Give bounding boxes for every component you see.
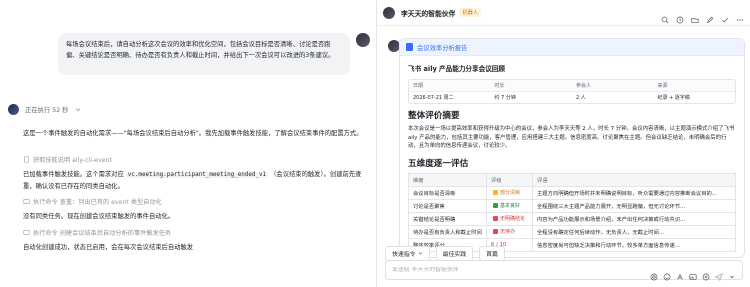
dimension-cell: 关键结论是否明确	[408, 211, 487, 226]
grade-badge: 无明确结论	[491, 215, 527, 222]
reply-paragraph-4: 自动化创建成功，状态已启用，会在每次会议结束后自动触发	[23, 244, 194, 251]
column-header: 评级	[486, 172, 533, 187]
first-doc-button[interactable]: 首篇	[479, 246, 505, 261]
quick-command-button[interactable]: 快速指令	[385, 246, 430, 261]
step-create-task[interactable]: 执行命令 创建会议结束后自动分析的事件触发任务	[23, 228, 171, 237]
meta-value-date: 2026-07-21 周二	[413, 95, 454, 101]
grade-cell: 基本良好	[486, 198, 533, 213]
dimension-cell: 讨论是否聚焦	[408, 198, 487, 213]
input-actions	[650, 266, 736, 282]
bot-avatar	[8, 104, 19, 115]
meta-value-attendees: 2 人	[576, 95, 586, 101]
meta-value-source: 纪录 + 逐字稿	[657, 95, 690, 101]
cross-icon	[493, 215, 498, 221]
evaluation-table: 维度 评级 评语 会议目标是否清晰 部分清晰 主题方向明确但开场时并未明确说明目…	[408, 172, 736, 252]
meeting-meta-table: 日期 时长 参会人 来源 2026-07-21 周二 约 7 分钟 2 人 纪录…	[408, 79, 736, 104]
section-title-evaluation: 五维度逐一评估	[408, 158, 469, 169]
execution-status: 正在执行 52 秒	[8, 104, 81, 115]
meta-label-attendees: 参会人	[572, 80, 654, 92]
message-input-bar	[385, 260, 743, 282]
terminal-icon	[23, 230, 30, 235]
topbar-actions	[661, 9, 744, 23]
bot-badge: 机器人	[459, 8, 481, 17]
step-dedup-check[interactable]: 执行命令 查重：列出已有的 event 类型自动化	[23, 197, 162, 206]
comment-cell: 全程没有确定任何后续动作，无负责人，无截止时间...	[532, 224, 736, 239]
summary-text: 本次会议是一场以提高效率和获得升级为中心的会议，参会人为李天天等 2 人，时长 …	[408, 126, 735, 149]
cross-icon	[493, 228, 498, 234]
report-card-title: 会议效率分析报告	[417, 44, 468, 52]
comment-cell: 信息密度尚可但缺乏决策和行动环节，较多单方面信息传递...	[532, 237, 736, 252]
reply-paragraph-2: 已加载事件触发技能。这个需求对应 vc.meeting.participant_…	[23, 171, 362, 190]
comment-cell: 主题方向明确但开场时并未明确说明目标，听众需要通过内容推断会议目的...	[532, 185, 736, 200]
table-row: 待办是否有负责人和截止时间 无待办 全程没有确定任何后续动作，无负责人，无截止时…	[408, 224, 736, 239]
report-card-header[interactable]: 会议效率分析报告	[400, 39, 744, 56]
comment-cell: 全程围绕三大主题产品能力展开，无明显跑偏，但无讨论环节...	[532, 198, 736, 213]
report-card-body: 飞书 aily 产品能力分享会议回顾 日期 时长 参会人 来源 2026-07-…	[400, 56, 744, 257]
chat-title: 李天天的智能伙伴	[401, 9, 456, 18]
table-row: 讨论是否聚焦 基本良好 全程围绕三大主题产品能力展开，无明显跑偏，但无讨论环节.…	[408, 198, 736, 213]
column-header: 评语	[532, 172, 736, 187]
reply-paragraph-3: 没有同类任务。现在创建会议结束触发的事件自动化。	[23, 213, 175, 220]
check-icon	[493, 202, 498, 208]
dimension-cell: 会议目标是否清晰	[408, 185, 487, 200]
step-label: 执行命令 查重：列出已有的 event 类型自动化	[33, 199, 162, 206]
grade-badge: 无待办	[491, 228, 517, 235]
send-icon[interactable]	[714, 266, 723, 282]
report-card[interactable]: 会议效率分析报告 飞书 aily 产品能力分享会议回顾 日期 时长 参会人 来源…	[399, 38, 745, 258]
add-icon[interactable]	[702, 266, 710, 281]
edit-icon[interactable]	[706, 9, 714, 23]
reply-paragraph-1: 这是一个事件触发的自动化需求——"每场会议结束后自动分析"。我先加载事件触发技能…	[23, 130, 363, 137]
meta-label-source: 来源	[653, 80, 735, 92]
document-title: 飞书 aily 产品能力分享会议回顾	[408, 65, 505, 73]
column-header: 维度	[408, 172, 487, 187]
step-label: 执行命令 创建会议结束后自动分析的事件触发任务	[33, 230, 172, 237]
chevron-down-icon	[418, 252, 422, 255]
user-message-bubble: 每场会议结束后，请自动分析这次会议的效率和优化空间，包括会议目标是否清晰、讨论是…	[58, 33, 350, 75]
table-row: 关键结论是否明确 无明确结论 内容为产品功能展示和场景介绍，未产出任何决策或行动…	[408, 211, 736, 226]
warning-icon	[493, 189, 498, 195]
terminal-icon	[23, 199, 30, 204]
grade-cell: 无明确结论	[486, 211, 533, 226]
meta-label-date: 日期	[409, 80, 491, 92]
bot-avatar[interactable]	[383, 6, 395, 19]
expand-icon[interactable]	[728, 266, 736, 279]
text-format-icon[interactable]	[676, 266, 684, 280]
more-icon[interactable]	[736, 9, 744, 21]
chat-topbar: 李天天的智能伙伴 机器人	[377, 0, 750, 26]
grade-cell: 部分清晰	[486, 185, 533, 200]
meta-value-duration: 约 7 分钟	[494, 95, 516, 101]
chat-pane-left: 每场会议结束后，请自动分析这次会议的效率和优化空间，包括会议目标是否清晰、讨论是…	[0, 0, 376, 287]
search-icon[interactable]	[661, 9, 669, 23]
best-practice-button[interactable]: 最佳实践	[435, 246, 474, 261]
history-icon[interactable]	[676, 9, 684, 23]
message-input[interactable]	[392, 267, 650, 273]
grade-cell: 无待办	[486, 224, 533, 239]
status-text: 正在执行 52 秒	[25, 107, 69, 114]
image-icon[interactable]	[689, 266, 697, 280]
step-get-skill[interactable]: 获取技能说明 aily-cli-event	[23, 155, 112, 164]
section-title-summary: 整体评价摘要	[408, 111, 460, 121]
grade-badge: 部分清晰	[491, 189, 522, 196]
chat-pane-right: 李天天的智能伙伴 机器人 会议效率分析报告 飞书 aily 产品能力分享会议回顾…	[377, 0, 750, 287]
table-row: 会议目标是否清晰 部分清晰 主题方向明确但开场时并未明确说明目标，听众需要通过内…	[408, 185, 736, 200]
dimension-cell: 待办是否有负责人和截止时间	[408, 224, 487, 239]
table-header-row: 维度 评级 评语	[408, 172, 736, 187]
folder-icon[interactable]	[691, 9, 699, 23]
meta-label-duration: 时长	[490, 80, 572, 92]
step-label: 获取技能说明 aily-cli-event	[33, 157, 112, 164]
doc-icon	[406, 43, 413, 51]
check-icon[interactable]	[721, 9, 729, 23]
emoji-icon[interactable]	[663, 266, 671, 281]
event-code: vc.meeting.participant_meeting_ended_v1	[125, 172, 269, 178]
comment-cell: 内容为产品功能展示和场景介绍，未产出任何决策或行动共识...	[532, 211, 736, 226]
grade-badge: 基本良好	[491, 202, 522, 209]
quick-action-bar: 快速指令 最佳实践 首篇	[385, 246, 505, 261]
user-avatar[interactable]	[356, 33, 370, 47]
chevron-down-icon[interactable]	[75, 107, 81, 113]
at-mention-icon[interactable]	[650, 266, 658, 281]
doc-icon	[24, 156, 29, 163]
